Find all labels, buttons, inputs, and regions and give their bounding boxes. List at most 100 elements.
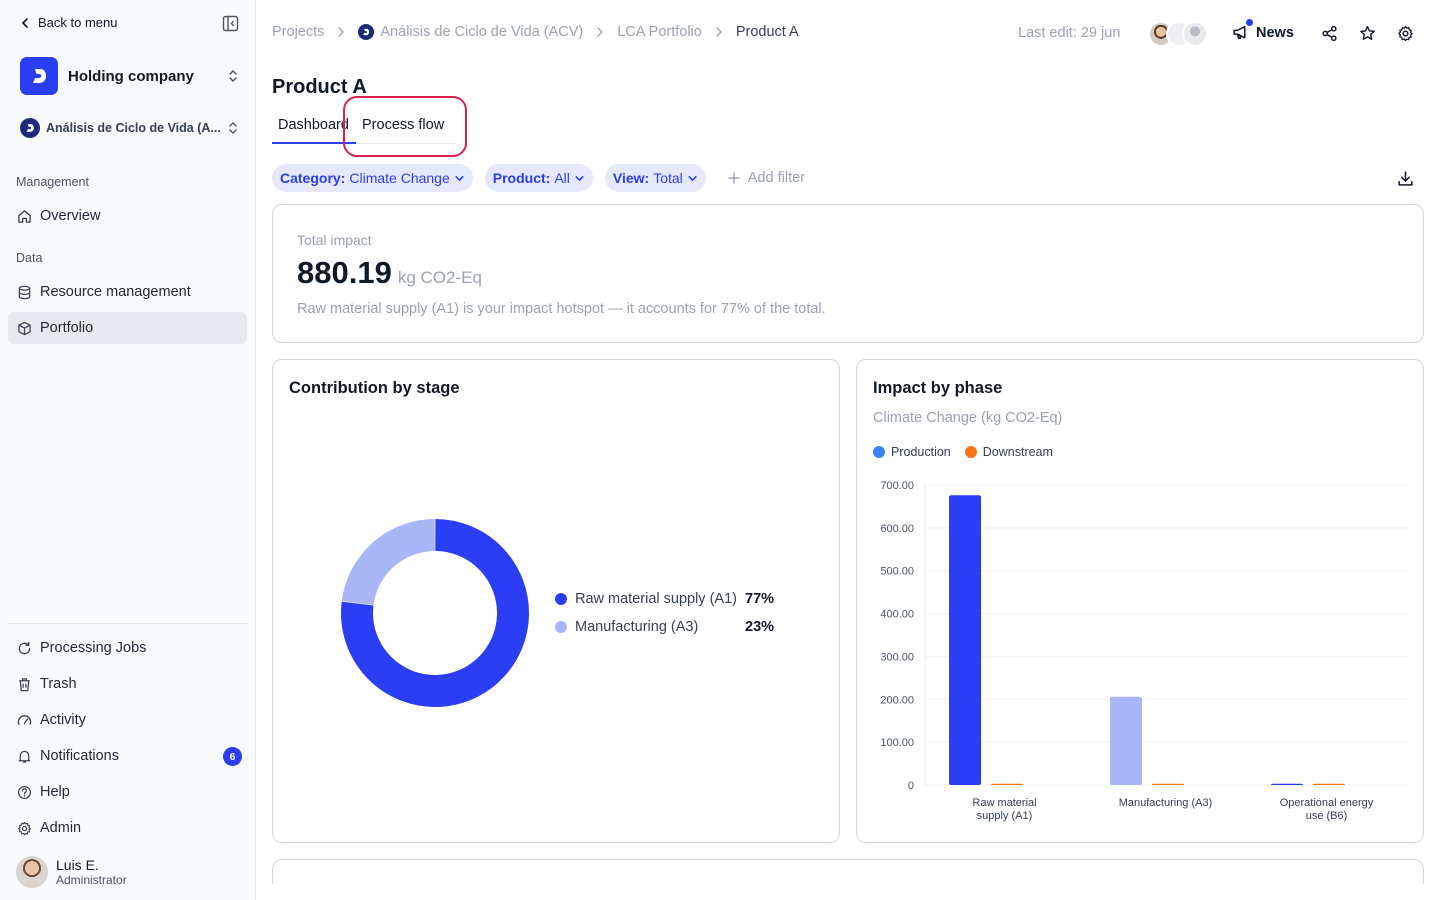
donut-chart	[341, 519, 529, 707]
news-label: News	[1256, 24, 1294, 41]
view-filter-value: Total	[653, 170, 683, 186]
bar-downstream[interactable]	[1152, 783, 1184, 785]
nav-processing-jobs-label: Processing Jobs	[40, 640, 147, 656]
breadcrumb-projects[interactable]: Projects	[272, 24, 324, 40]
breadcrumb-project-label: Análisis de Ciclo de Vida (ACV)	[380, 24, 584, 40]
bar-production[interactable]	[1271, 783, 1303, 785]
total-impact-label: Total impact	[297, 232, 372, 248]
news-unread-dot	[1246, 19, 1253, 26]
total-impact-value: 880.19	[297, 255, 392, 290]
breadcrumb-portfolio[interactable]: LCA Portfolio	[617, 24, 702, 40]
breadcrumb-project[interactable]: Análisis de Ciclo de Vida (ACV)	[358, 24, 583, 40]
tab-dashboard[interactable]: Dashboard	[278, 117, 349, 133]
settings-icon[interactable]	[1397, 25, 1414, 42]
impact-subtitle: Climate Change (kg CO2-Eq)	[873, 410, 1063, 426]
legend-label: Raw material supply (A1)	[575, 591, 737, 607]
category-filter-key: Category:	[280, 170, 346, 186]
avatar	[16, 856, 48, 888]
user-profile[interactable]: Luis E. Administrator	[16, 856, 127, 888]
legend-dot	[555, 621, 567, 633]
help-icon	[17, 785, 32, 799]
bar-chart: 0 100.00 200.00 300.00 400.00 500.00 600.00 700…	[880, 480, 1408, 822]
nav-processing-jobs[interactable]: Processing Jobs	[8, 632, 247, 664]
tab-process-flow[interactable]: Process flow	[362, 117, 444, 133]
brand-logo-icon	[33, 69, 46, 83]
star-icon[interactable]	[1359, 25, 1376, 42]
nav-portfolio[interactable]: Portfolio	[8, 312, 247, 344]
donut-slice[interactable]	[341, 519, 436, 606]
user-name: Luis E.	[56, 857, 99, 873]
y-tick-label: 0	[908, 780, 914, 792]
impact-by-phase-card: Impact by phase Climate Change (kg CO2-E…	[856, 359, 1424, 843]
impact-title: Impact by phase	[873, 379, 1003, 397]
bar-production[interactable]	[1110, 696, 1142, 785]
total-impact-unit: kg CO2-Eq	[397, 268, 482, 287]
project-logo	[20, 118, 40, 138]
news-button[interactable]: News	[1232, 19, 1294, 41]
nav-overview-label: Overview	[40, 208, 101, 224]
chevron-right-icon	[597, 27, 604, 37]
legend-label: Downstream	[982, 445, 1053, 459]
chevron-up-down-icon	[229, 122, 237, 134]
cube-icon	[18, 321, 31, 335]
chevron-down-icon	[455, 175, 464, 181]
y-tick-label: 400.00	[880, 609, 914, 621]
bar-downstream[interactable]	[1313, 783, 1345, 785]
organization-switcher[interactable]: Holding company	[20, 57, 240, 95]
org-logo	[20, 57, 58, 95]
product-filter-value: All	[554, 170, 570, 186]
view-filter-key: View:	[612, 170, 650, 186]
legend-label: Manufacturing (A3)	[575, 619, 699, 635]
breadcrumb: Projects Análisis de Ciclo de Vida (ACV)…	[272, 24, 799, 40]
trash-icon	[19, 677, 30, 691]
plus-icon	[728, 172, 740, 184]
nav-admin[interactable]: Admin	[8, 812, 247, 844]
view-filter-chip[interactable]: View: Total	[604, 164, 706, 192]
chevron-right-icon	[338, 27, 345, 37]
gear-icon	[18, 821, 31, 835]
project-switcher[interactable]: Análisis de Ciclo de Vida (A...	[20, 117, 240, 139]
product-filter-chip[interactable]: Product: All	[484, 164, 593, 192]
nav-resource-management[interactable]: Resource management	[8, 276, 247, 308]
nav-activity[interactable]: Activity	[8, 704, 247, 736]
legend-item-downstream[interactable]: Downstream	[964, 445, 1053, 459]
nav-notifications-label: Notifications	[40, 748, 119, 764]
legend-item-a1[interactable]: Raw material supply (A1)	[555, 591, 737, 607]
contribution-card: Contribution by stage Raw material suppl…	[272, 359, 840, 843]
nav-overview[interactable]: Overview	[8, 200, 247, 232]
notifications-count-badge: 6	[223, 747, 242, 766]
project-logo-icon	[358, 24, 375, 40]
legend-item-production[interactable]: Production	[873, 445, 951, 459]
total-impact-value-row: 880.19 kg CO2-Eq	[297, 255, 482, 291]
last-edit-text: Last edit: 29 jun	[1018, 25, 1121, 41]
project-name: Análisis de Ciclo de Vida (A...	[46, 121, 221, 135]
project-logo-icon	[26, 124, 34, 132]
user-role: Administrator	[56, 873, 127, 887]
megaphone-icon	[1233, 25, 1246, 40]
nav-help[interactable]: Help	[8, 776, 247, 808]
home-icon	[18, 209, 31, 223]
back-to-menu-button[interactable]: Back to menu	[20, 15, 118, 30]
y-tick-label: 200.00	[880, 694, 914, 706]
nav-notifications[interactable]: Notifications 6	[8, 740, 247, 772]
breadcrumb-current: Product A	[735, 24, 799, 40]
legend-item-a3[interactable]: Manufacturing (A3)	[555, 619, 698, 635]
bar-production[interactable]	[949, 495, 981, 785]
collaborator-avatars[interactable]	[1148, 21, 1210, 47]
legend-dot	[873, 446, 885, 458]
section-management: Management	[16, 175, 89, 189]
sidebar-divider	[8, 623, 247, 624]
category-filter-chip[interactable]: Category: Climate Change	[272, 164, 473, 192]
section-data: Data	[16, 251, 43, 265]
page-title: Product A	[272, 76, 367, 98]
collapse-sidebar-icon[interactable]	[222, 15, 239, 32]
legend-percent-a3: 23%	[745, 619, 775, 635]
nav-trash[interactable]: Trash	[8, 668, 247, 700]
bar-downstream[interactable]	[991, 783, 1023, 785]
category-filter-value: Climate Change	[349, 170, 450, 186]
download-icon[interactable]	[1397, 170, 1414, 187]
share-icon[interactable]	[1321, 25, 1338, 42]
refresh-icon	[18, 641, 31, 654]
chevron-right-icon	[716, 27, 722, 37]
add-filter-button[interactable]: Add filter	[728, 170, 805, 186]
